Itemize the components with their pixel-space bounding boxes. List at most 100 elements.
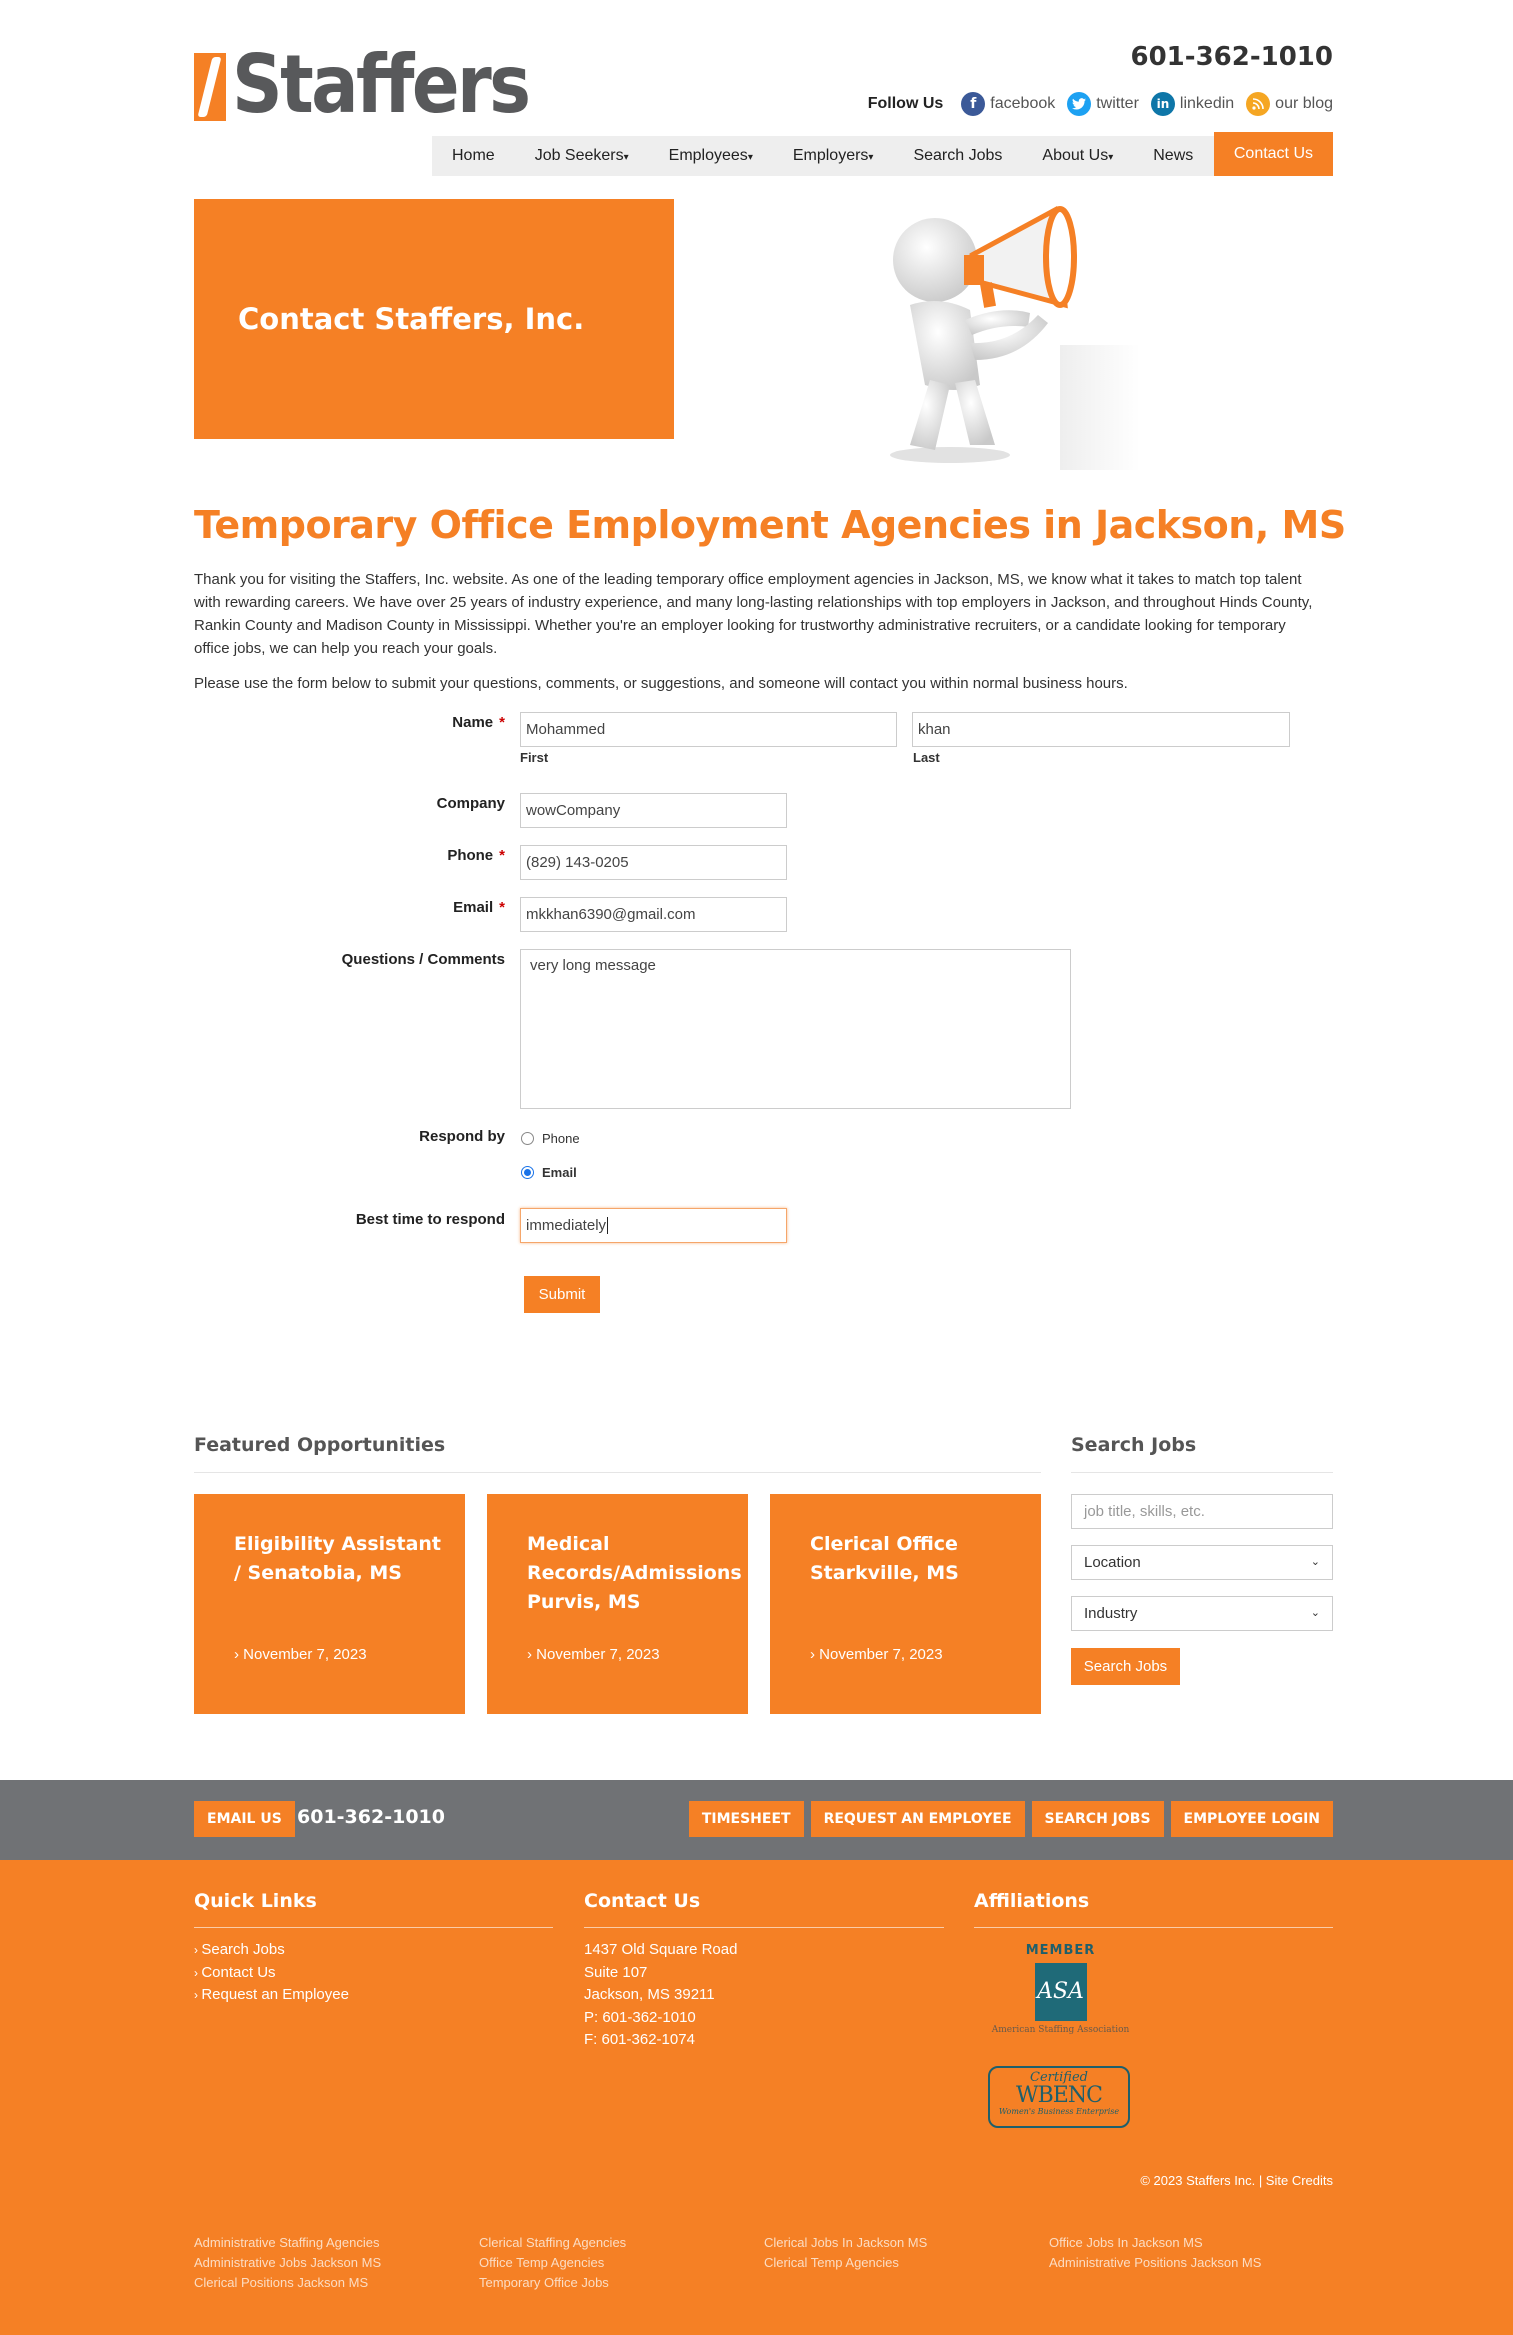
location-select[interactable]: Location ⌄: [1071, 1545, 1333, 1580]
seo-link[interactable]: Administrative Staffing Agencies: [194, 2233, 381, 2253]
page-heading: Temporary Office Employment Agencies in …: [194, 503, 1346, 547]
contact-phone[interactable]: P: 601-362-1010: [584, 2007, 737, 2030]
chevron-down-icon: ⌄: [1310, 1607, 1320, 1619]
footer-bar-buttons: TIMESHEET REQUEST AN EMPLOYEE SEARCH JOB…: [688, 1801, 1333, 1837]
nav-contact-us[interactable]: Contact Us: [1213, 132, 1333, 176]
logo-mark[interactable]: [194, 53, 226, 121]
quick-link-request-employee[interactable]: Request an Employee: [194, 1984, 349, 2007]
nav-employees[interactable]: Employees▾: [649, 136, 773, 176]
quick-link-contact-us[interactable]: Contact Us: [194, 1962, 349, 1985]
seo-link[interactable]: Clerical Jobs In Jackson MS: [764, 2233, 927, 2253]
quick-links-title: Quick Links: [194, 1890, 317, 1912]
quick-links-list: Search Jobs Contact Us Request an Employ…: [194, 1939, 349, 2007]
twitter-label: twitter: [1096, 95, 1139, 112]
search-jobs-footer-button[interactable]: SEARCH JOBS: [1031, 1801, 1164, 1837]
caret-down-icon: ▾: [623, 152, 629, 163]
copyright[interactable]: © 2023 Staffers Inc. | Site Credits: [1140, 2173, 1333, 2188]
first-name-input[interactable]: Mohammed: [520, 712, 897, 747]
name-label: Name *: [452, 714, 505, 731]
affiliations-title: Affiliations: [974, 1890, 1090, 1912]
company-input[interactable]: wowCompany: [520, 793, 787, 828]
twitter-link[interactable]: twitter: [1067, 92, 1139, 116]
hero-banner: Contact Staffers, Inc.: [194, 199, 674, 439]
contact-fax: F: 601-362-1074: [584, 2031, 695, 2048]
header-phone[interactable]: 601-362-1010: [1131, 42, 1334, 72]
best-time-input[interactable]: immediately: [520, 1208, 787, 1243]
radio-checked-icon: [521, 1166, 534, 1179]
job-keyword-input[interactable]: job title, skills, etc.: [1071, 1494, 1333, 1529]
email-us-button[interactable]: EMAIL US: [194, 1801, 295, 1837]
nav-home[interactable]: Home: [432, 136, 515, 176]
footer-divider: [584, 1927, 944, 1928]
facebook-label: facebook: [990, 95, 1056, 112]
best-time-label: Best time to respond: [355, 1211, 505, 1228]
search-jobs-title: Search Jobs: [1071, 1434, 1197, 1456]
asa-member-logo[interactable]: MEMBER ASA American Staffing Association: [988, 1943, 1133, 2043]
job-card[interactable]: Eligibility Assistant / Senatobia, MS No…: [194, 1494, 465, 1714]
job-card-date: November 7, 2023: [810, 1646, 942, 1663]
job-card-title[interactable]: Medical Records/Admissions Purvis, MS: [527, 1530, 742, 1617]
facebook-link[interactable]: f facebook: [961, 92, 1055, 116]
seo-link[interactable]: Office Temp Agencies: [479, 2253, 626, 2273]
nav-job-seekers[interactable]: Job Seekers▾: [515, 136, 649, 176]
main-nav: Home Job Seekers▾ Employees▾ Employers▾ …: [432, 132, 1333, 176]
seo-links-col-2: Clerical Staffing Agencies Office Temp A…: [479, 2233, 626, 2293]
job-card-title[interactable]: Clerical Office Starkville, MS: [810, 1530, 1021, 1588]
twitter-icon: [1067, 92, 1092, 116]
employee-login-button[interactable]: EMPLOYEE LOGIN: [1170, 1801, 1333, 1837]
seo-links-col-1: Administrative Staffing Agencies Adminis…: [194, 2233, 381, 2293]
nav-about-us[interactable]: About Us▾: [1022, 136, 1133, 176]
linkedin-link[interactable]: in linkedin: [1150, 92, 1234, 116]
last-sublabel: Last: [913, 750, 940, 765]
facebook-icon: f: [961, 92, 986, 116]
search-divider: [1071, 1472, 1333, 1473]
respond-phone-radio[interactable]: Phone: [521, 1131, 580, 1146]
footer-divider: [974, 1927, 1333, 1928]
footer-divider: [194, 1927, 553, 1928]
search-jobs-button[interactable]: Search Jobs: [1071, 1648, 1180, 1685]
footer-bar-phone[interactable]: 601-362-1010: [297, 1806, 445, 1828]
nav-news[interactable]: News: [1133, 136, 1213, 176]
chevron-down-icon: ⌄: [1310, 1556, 1320, 1568]
quick-link-search-jobs[interactable]: Search Jobs: [194, 1939, 349, 1962]
seo-link[interactable]: Administrative Jobs Jackson MS: [194, 2253, 381, 2273]
nav-employers[interactable]: Employers▾: [773, 136, 894, 176]
blog-label: our blog: [1275, 95, 1333, 112]
caret-down-icon: ▾: [868, 152, 874, 163]
last-name-input[interactable]: khan: [912, 712, 1290, 747]
radio-unchecked-icon: [521, 1132, 534, 1145]
email-input[interactable]: mkkhan6390@gmail.com: [520, 897, 787, 932]
comments-label: Questions / Comments: [341, 951, 505, 968]
seo-link[interactable]: Clerical Staffing Agencies: [479, 2233, 626, 2253]
seo-link[interactable]: Clerical Temp Agencies: [764, 2253, 927, 2273]
first-sublabel: First: [520, 750, 549, 765]
wbenc-certified-logo[interactable]: Certified WBENC Women's Business Enterpr…: [988, 2066, 1130, 2128]
blog-icon: [1246, 92, 1271, 116]
email-label: Email *: [453, 899, 505, 916]
featured-divider: [194, 1472, 1041, 1473]
logo-text[interactable]: Staffers: [232, 40, 531, 130]
seo-link[interactable]: Temporary Office Jobs: [479, 2273, 626, 2293]
respond-email-radio[interactable]: Email: [521, 1165, 577, 1180]
blog-link[interactable]: our blog: [1246, 92, 1333, 116]
caret-down-icon: ▾: [747, 152, 753, 163]
seo-link[interactable]: Administrative Positions Jackson MS: [1049, 2253, 1261, 2273]
job-card-date: November 7, 2023: [527, 1646, 659, 1663]
timesheet-button[interactable]: TIMESHEET: [688, 1801, 804, 1837]
industry-select[interactable]: Industry ⌄: [1071, 1596, 1333, 1631]
hero-title: Contact Staffers, Inc.: [238, 302, 585, 336]
job-card[interactable]: Clerical Office Starkville, MS November …: [770, 1494, 1041, 1714]
contact-title: Contact Us: [584, 1890, 701, 1912]
comments-textarea[interactable]: very long message: [520, 949, 1071, 1109]
phone-input[interactable]: (829) 143-0205: [520, 845, 787, 880]
linkedin-icon: in: [1150, 92, 1175, 116]
submit-button[interactable]: Submit: [524, 1276, 600, 1313]
seo-link[interactable]: Clerical Positions Jackson MS: [194, 2273, 381, 2293]
seo-links-col-4: Office Jobs In Jackson MS Administrative…: [1049, 2233, 1261, 2273]
seo-link[interactable]: Office Jobs In Jackson MS: [1049, 2233, 1261, 2253]
job-card[interactable]: Medical Records/Admissions Purvis, MS No…: [487, 1494, 748, 1714]
request-employee-button[interactable]: REQUEST AN EMPLOYEE: [810, 1801, 1025, 1837]
intro-paragraph: Thank you for visiting the Staffers, Inc…: [194, 571, 1313, 657]
nav-search-jobs[interactable]: Search Jobs: [893, 136, 1022, 176]
job-card-title[interactable]: Eligibility Assistant / Senatobia, MS: [234, 1530, 445, 1588]
